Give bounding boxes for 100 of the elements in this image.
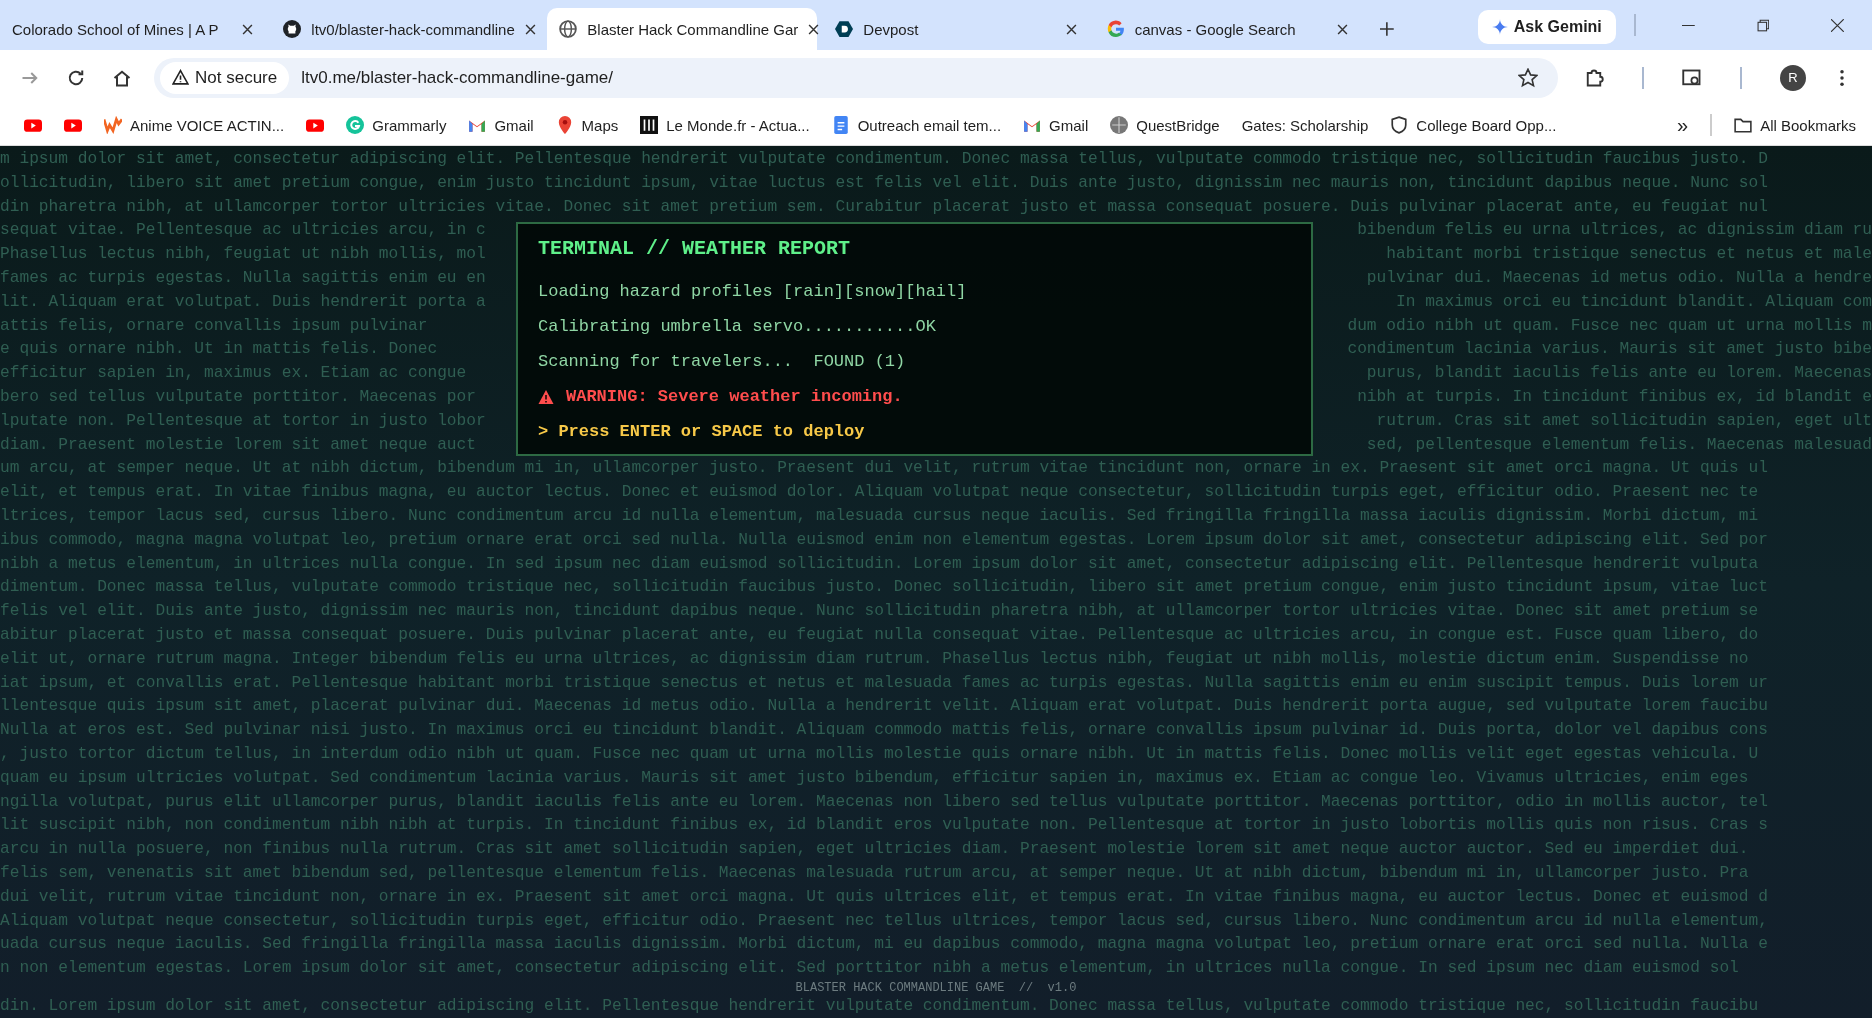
url-text: ltv0.me/blaster-hack-commandline-game/	[301, 67, 614, 88]
background-text: um arcu, at semper neque. Ut at nibh dictum, bibendum mi in, ullamcorper justo. Praesent dui velit, rutrum vitae tincidunt non, ornare in ex. Praesent sit amet orci magna. Ut quis ul	[0, 458, 1768, 480]
background-text: , justo tortor dictum tellus, in interdum odio nibh ut quam. Fusce nec quam ut urna mollis molestie quis ornare nibh. Ut in mattis felis. Donec mollis velit eget egestas vehicula. U	[0, 743, 1759, 765]
background-text: Nulla at eros est. Sed pulvinar nisi justo. In maximus orci eu tincidunt blandit. Aliquam commodo mattis felis, ornare convallis ipsum pulvinar id. Duis porta, dolor vel dapibus cons	[0, 720, 1768, 742]
background-text: n non elementum egestas. Lorem ipsum dolor sit amet, consectetur adipiscing elit. Sed porttitor nibh a metus elementum, in ultrices nulla congue. In sed ipsum nec diam euismod sol	[0, 958, 1739, 980]
terminal-line: Scanning for travelers... FOUND (1)	[538, 352, 906, 371]
browser-tab[interactable]: Colorado School of Mines | A P	[0, 8, 266, 50]
bookmark[interactable]	[64, 116, 82, 134]
background-text: Phasellus lectus nibh, feugiat ut nibh mollis, mol	[0, 244, 486, 266]
play-icon	[64, 116, 82, 134]
background-text: purus, blandit iaculis felis ante eu lorem. Maecenas	[1366, 363, 1872, 385]
all-bookmarks-button[interactable]: All Bookmarks	[1734, 116, 1856, 134]
grammarly-icon	[346, 116, 365, 134]
background-text: habitant morbi tristique senectus et netus et male	[1386, 244, 1872, 266]
background-text: diam. Praesent molestie lorem sit amet neque auct	[0, 434, 476, 456]
close-icon[interactable]	[1065, 23, 1077, 35]
background-text: llentesque quis ipsum sit amet, placerat pulvinar dui. Maecenas id metus odio. Nulla a hendrerit velit. Aliquam erat volutpat. Duis hendrerit porta augue, sed vulputate lorem faucibu	[0, 696, 1768, 718]
new-tab-icon[interactable]	[1380, 22, 1394, 36]
play-icon	[306, 116, 325, 134]
background-text: In maximus orci eu tincidunt blandit. Aliquam com	[1396, 291, 1872, 313]
tab-search-icon[interactable]	[1682, 67, 1702, 88]
security-chip[interactable]: Not secure	[160, 61, 290, 94]
background-text: felis sem, venenatis sit amet bibendum sed, pellentesque elementum felis. Maecenas malesuada rutrum arcu, at semper neque. Ut at nibh dictum, bibendum mi in, ullamcorper justo. Pra	[0, 862, 1749, 884]
warning-icon	[172, 69, 189, 86]
bookmark[interactable]: College Board Opp...	[1390, 116, 1557, 134]
close-icon[interactable]	[242, 23, 254, 35]
background-text: Aliquam volutpat neque consectetur, sollicitudin turpis eget, efficitur odio. Praesent nec tellus ultrices, tempor lacus sed, cursus libero. Nunc condimentum arcu id nulla elementum,	[0, 910, 1768, 932]
prompt-text: > Press ENTER or SPACE to deploy	[538, 422, 865, 441]
bookmark[interactable]: Outreach email tem...	[831, 116, 1002, 134]
background-text: bibendum felis eu urna ultrices, ac dignissim diam ru	[1357, 220, 1872, 242]
profile-avatar[interactable]: R	[1780, 64, 1806, 91]
background-text: fames ac turpis egestas. Nulla sagittis enim eu en	[0, 268, 486, 289]
bookmark[interactable]: Gates: Scholarship	[1241, 116, 1369, 134]
close-icon[interactable]	[1831, 19, 1844, 32]
footer-text: BLASTER HACK COMMANDLINE GAME // v1.0	[795, 980, 1077, 995]
background-text: rutrum. Cras sit amet sollicitudin sapien, eget ult	[1376, 410, 1872, 432]
terminal-line: Calibrating umbrella servo...........OK	[538, 317, 936, 336]
play-icon	[24, 116, 42, 134]
background-text: din. Lorem ipsum dolor sit amet, consectetur adipiscing elit. Pellentesque hendrerit vulputate condimentum. Donec massa tellus, vulputate commodo tristique nec, sollicitudin faucibu	[0, 995, 1759, 1017]
background-text: ngilla volutpat, purus elit ullamcorper purus, blandit iaculis felis ante eu lorem. Maecenas non libero sed tellus vulputate porttitor. Maecenas porttitor, odio in mollis auctor, tel	[0, 791, 1768, 813]
background-text: abitur placerat justo et massa consequat posuere. Duis pulvinar placerat ante, eu feugiat nulla consequat vitae. Pellentesque ac ultricies arcu, in congue est. Fusce quam libero, do	[0, 624, 1759, 646]
background-text: lit suscipit nibh, non condimentum nibh nibh at turpis. In tincidunt finibus ex, id blandit eros vulputate non. Pellentesque at tortor in justo lobortis mollis quis non risus. Cras s	[0, 815, 1768, 837]
background-text: din pharetra nibh, at ullamcorper tortor ultricies vitae. Donec sit amet pretium sem. Curabitur placerat justo et massa consequat posuere. Duis pulvinar placerat ante, eu feugiat nul	[0, 196, 1768, 218]
bookmark[interactable]: Anime VOICE ACTIN...	[104, 116, 285, 134]
terminal-line: Loading hazard profiles [rain][snow][hail]	[538, 282, 967, 301]
background-text: dui velit, rutrum vitae tincidunt non, ornare in ex. Praesent sit amet orci magna. Ut quis ultrices elit, et tempus erat. In vitae finibus magna, eu auctor lectus. Donec et euismod d	[0, 886, 1768, 908]
background-text: dum odio nibh ut quam. Fusce nec quam ut urna mollis m	[1347, 315, 1872, 337]
folder-icon	[1734, 116, 1753, 134]
background-text: arcu in nulla posuere, non finibus nulla rutrum. Cras sit amet sollicitudin sapien, eget ultricies diam. Praesent molestie lorem sit amet neque auctor auctor. Sed eu imperdiet dui.	[0, 839, 1749, 861]
background-text: condimentum lacinia varius. Mauris sit amet justo bibe	[1347, 339, 1872, 361]
document-icon	[831, 116, 850, 134]
background-text: m ipsum dolor sit amet, consectetur adipiscing elit. Pellentesque hendrerit vulputate condimentum. Donec massa tellus, vulputate commodo tristique nec, sollicitudin faucibus justo. D	[0, 149, 1768, 170]
background-text: bero sed tellus vulputate porttitor. Maecenas por	[0, 386, 476, 408]
background-text: efficitur sapien in, maximus ex. Etiam ac congue	[0, 363, 467, 385]
warning-text: WARNING: Severe weather incoming.	[566, 387, 903, 406]
close-icon[interactable]	[808, 23, 820, 35]
bookmark[interactable]	[306, 116, 325, 134]
bookmark[interactable]: Grammarly	[346, 116, 447, 134]
terminal-title: TERMINAL // WEATHER REPORT	[538, 236, 852, 262]
google-icon	[1106, 20, 1125, 38]
browser-tab[interactable]: canvas - Google Search	[1094, 8, 1361, 50]
ask-gemini-button[interactable]: Ask Gemini	[1477, 10, 1616, 44]
address-bar[interactable]: Not secure ltv0.me/blaster-hack-commandline-game/	[154, 57, 1558, 98]
browser-tab[interactable]: Devpost	[823, 8, 1089, 50]
background-text: sequat vitae. Pellentesque ac ultricies arcu, in c	[0, 220, 486, 242]
bookmark[interactable]: Le Monde.fr - Actua...	[640, 116, 810, 134]
shield-icon	[1390, 116, 1409, 134]
close-icon[interactable]	[524, 23, 536, 35]
background-text: iat ipsum, et convallis erat. Pellentesque habitant morbi tristique senectus et netus et malesuada fames ac turpis egestas. Nulla sagittis enim eu enim suscipit tempus. Duis lorem ur	[0, 672, 1768, 694]
background-text: dimentum. Donec massa tellus, vulputate commodo tristique nec, sollicitudin faucibus justo. Donec sollicitudin, libero sit amet pretium congue, enim justo tincidunt ipsum, vitae luct	[0, 577, 1768, 599]
background-text: uada cursus neque iaculis. Sed fringilla fringilla massa iaculis dignissim. Morbi dictum, mi eu dapibus commodo, magna magna volutpat leo, pretium ornare erat orci sed nulla. Nulla e	[0, 934, 1768, 956]
close-icon[interactable]	[1337, 23, 1349, 35]
browser-tab[interactable]: ltv0/blaster-hack-commandline	[271, 8, 542, 50]
bookmark[interactable]: Gmail	[468, 116, 534, 134]
browser-tab[interactable]: Blaster Hack Commandline Gar	[547, 8, 818, 50]
cat-icon	[283, 20, 302, 38]
background-text: ltrices, tempor lacus sed, cursus libero. Nunc condimentum arcu id nulla elementum, malesuada cursus neque iaculis. Sed fringilla fringilla massa iaculis dignissim. Morbi dictum, mi	[0, 505, 1759, 527]
hexagon-icon	[835, 20, 854, 38]
background-text: ollicitudin, libero sit amet pretium congue, enim justo tincidunt ipsum, vitae luctus est felis vel elit. Duis ante justo, dignissim nec mauris non, tincidunt dapibus neque. Nunc sol	[0, 172, 1768, 194]
puzzle-icon[interactable]	[1584, 67, 1604, 88]
bookmark[interactable]: QuestBridge	[1110, 116, 1220, 134]
background-text: ibus commodo, magna magna volutpat leo, pretium ornare erat orci sed nulla. Nulla euismod enim non elementum egestas. Lorem ipsum dolor sit amet, consectetur adipiscing elit. Sed por	[0, 529, 1768, 551]
bookmark[interactable]	[24, 116, 42, 134]
globe-icon	[559, 20, 578, 38]
bookmark[interactable]: Gmail	[1023, 116, 1089, 134]
zigzag-icon	[104, 116, 122, 134]
background-text: lputate non. Pellentesque at tortor in justo lobor	[0, 410, 486, 432]
restore-icon[interactable]	[1756, 19, 1770, 32]
bookmark[interactable]: Maps	[555, 116, 619, 134]
background-text: elit, et tempus erat. In vitae finibus magna, eu auctor lectus. Donec et euismod dolor. Aliquam volutpat neque consectetur, sollicitudin turpis eget, efficitur odio. Praesent nec te	[0, 482, 1759, 504]
background-text: nibh a metus elementum, in ultrices nulla congue. In sed ipsum nec diam euismod sollicitudin. Lorem ipsum dolor sit amet, consectetur adipiscing elit. Pellentesque hendrerit vulputa	[0, 553, 1759, 575]
background-text: lit. Aliquam erat volutpat. Duis hendrerit porta a	[0, 291, 486, 313]
background-text: sed, pellentesque elementum felis. Maecenas malesuad	[1366, 434, 1872, 456]
star-icon[interactable]	[1518, 67, 1538, 88]
background-text: felis vel elit. Duis ante justo, dignissim nec mauris non, tincidunt dapibus neque. Nunc sollicitudin pharetra nibh, at ullamcorper tortor ultricies vitae. Donec sit amet pretium se	[0, 601, 1759, 623]
background-text: attis felis, ornare convallis ipsum pulvinar	[0, 315, 428, 337]
newspaper-icon	[640, 116, 659, 134]
background-text: pulvinar dui. Maecenas id metus odio. Nulla a hendre	[1366, 268, 1872, 289]
more-bookmarks-button[interactable]: »	[1677, 113, 1689, 137]
background-text: quam eu ipsum ultricies volutpat. Sed condimentum lacinia varius. Mauris sit amet justo bibendum, efficitur sapien in, maximus ex. Etiam ac congue leo. Vivamus ultricies, enim eges	[0, 767, 1749, 789]
